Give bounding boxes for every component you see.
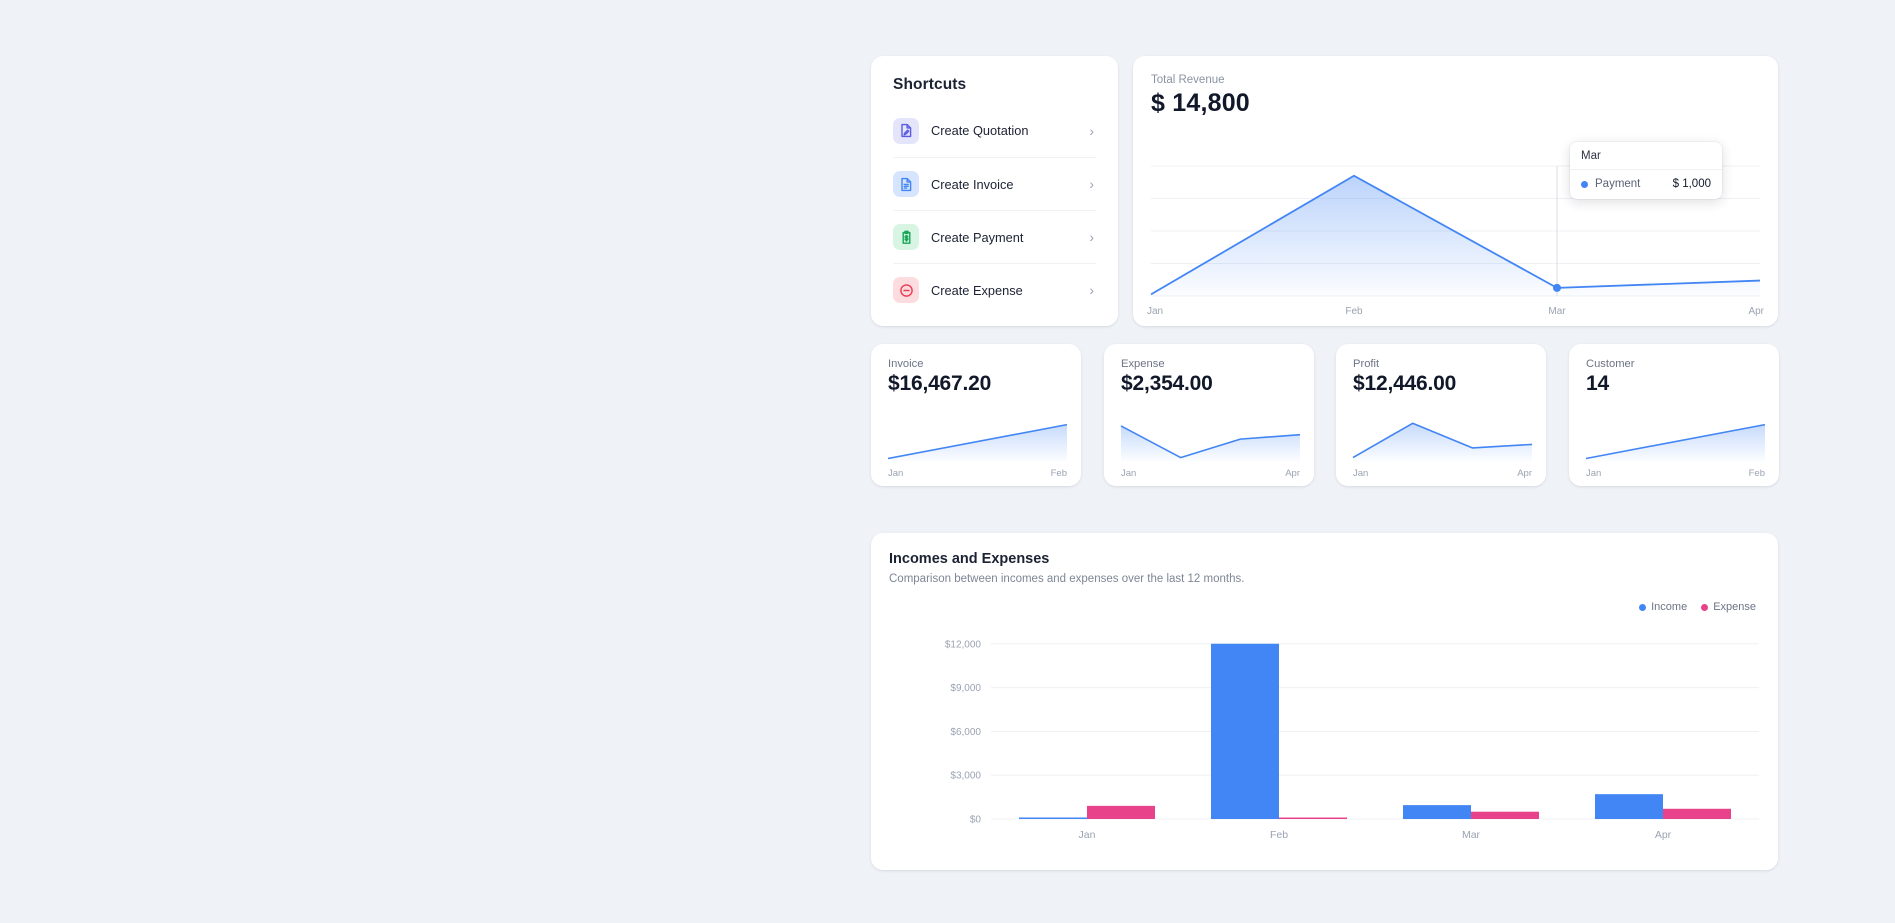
- kpi-card-invoice: Invoice $16,467.20 Jan Feb: [871, 344, 1081, 486]
- kpi-label: Expense: [1121, 358, 1165, 370]
- chart-legend: Income Expense: [1639, 601, 1756, 613]
- kpi-axis: Jan Apr: [1121, 468, 1300, 479]
- kpi-axis-start: Jan: [888, 468, 904, 479]
- svg-text:$12,000: $12,000: [945, 639, 982, 650]
- kpi-card-customer: Customer 14 Jan Feb: [1569, 344, 1779, 486]
- tooltip-series-value: $ 1,000: [1672, 178, 1711, 190]
- kpi-value: $2,354.00: [1121, 372, 1213, 395]
- kpi-sparkline: [1569, 414, 1779, 466]
- kpi-card-profit: Profit $12,446.00 Jan Apr: [1336, 344, 1546, 486]
- shortcuts-title: Shortcuts: [893, 76, 967, 93]
- kpi-axis-end: Apr: [1285, 468, 1300, 479]
- incomes-expenses-subtitle: Comparison between incomes and expenses …: [889, 573, 1245, 585]
- document-lines-icon: [893, 171, 919, 197]
- kpi-value: 14: [1586, 372, 1609, 395]
- svg-text:Mar: Mar: [1462, 829, 1481, 841]
- kpi-value: $16,467.20: [888, 372, 992, 395]
- total-revenue-label: Total Revenue: [1151, 74, 1225, 86]
- kpi-label: Invoice: [888, 358, 924, 370]
- legend-dot: [1639, 603, 1647, 611]
- kpi-axis-start: Jan: [1586, 468, 1602, 479]
- chevron-right-icon: ›: [1089, 229, 1094, 245]
- kpi-value: $12,446.00: [1353, 372, 1457, 395]
- shortcut-item-create-invoice[interactable]: Create Invoice ›: [893, 157, 1096, 210]
- kpi-sparkline: [1336, 414, 1546, 466]
- svg-text:Apr: Apr: [1748, 306, 1764, 317]
- svg-text:$3,000: $3,000: [950, 771, 981, 782]
- kpi-axis-end: Feb: [1748, 468, 1765, 479]
- shortcut-item-create-payment[interactable]: Create Payment ›: [893, 210, 1096, 263]
- svg-text:$9,000: $9,000: [950, 683, 981, 694]
- kpi-axis: Jan Feb: [888, 468, 1067, 479]
- chevron-right-icon: ›: [1089, 176, 1094, 192]
- svg-text:Feb: Feb: [1270, 829, 1288, 841]
- svg-text:$0: $0: [970, 815, 982, 826]
- kpi-sparkline: [871, 414, 1081, 466]
- kpi-label: Customer: [1586, 358, 1635, 370]
- legend-label: Expense: [1713, 601, 1756, 613]
- tooltip-header: Mar: [1570, 142, 1722, 170]
- circle-minus-icon: [893, 277, 919, 303]
- legend-item-income[interactable]: Income: [1639, 601, 1687, 613]
- svg-text:Feb: Feb: [1345, 306, 1363, 317]
- revenue-chart-tooltip: Mar Payment $ 1,000: [1570, 142, 1722, 199]
- kpi-axis-start: Jan: [1121, 468, 1137, 479]
- shortcut-item-create-expense[interactable]: Create Expense ›: [893, 263, 1096, 316]
- legend-item-expense[interactable]: Expense: [1701, 601, 1756, 613]
- shortcut-item-create-quotation[interactable]: Create Quotation ›: [893, 104, 1096, 157]
- svg-text:Jan: Jan: [1079, 829, 1096, 841]
- kpi-label: Profit: [1353, 358, 1380, 370]
- kpi-axis: Jan Apr: [1353, 468, 1532, 479]
- incomes-expenses-bar-chart[interactable]: $0 $3,000 $6,000 $9,000 $12,000 Jan Feb Mar Apr: [871, 621, 1778, 861]
- kpi-axis: Jan Feb: [1586, 468, 1765, 479]
- kpi-axis-start: Jan: [1353, 468, 1369, 479]
- shortcuts-list: Create Quotation › Create Invoice › Create P…: [893, 104, 1096, 316]
- dashboard-page: Shortcuts Create Quotation › Create Invoic…: [0, 0, 1895, 923]
- clipboard-dollar-icon: [893, 224, 919, 250]
- shortcut-item-label: Create Expense: [931, 282, 1023, 298]
- svg-text:Apr: Apr: [1655, 829, 1672, 841]
- kpi-axis-end: Feb: [1050, 468, 1067, 479]
- shortcut-item-label: Create Invoice: [931, 176, 1014, 192]
- total-revenue-card: Total Revenue $ 14,800 Jan Feb Mar Apr Mar …: [1133, 56, 1778, 326]
- shortcuts-card: Shortcuts Create Quotation › Create Invoic…: [871, 56, 1118, 326]
- shortcut-item-label: Create Payment: [931, 229, 1024, 245]
- shortcut-item-label: Create Quotation: [931, 123, 1029, 138]
- chevron-right-icon: ›: [1089, 122, 1094, 139]
- tooltip-series-name: Payment: [1595, 178, 1641, 190]
- svg-text:Jan: Jan: [1147, 306, 1163, 317]
- svg-text:$6,000: $6,000: [950, 727, 981, 738]
- kpi-axis-end: Apr: [1517, 468, 1532, 479]
- tooltip-series-row: Payment $ 1,000: [1570, 170, 1722, 199]
- incomes-expenses-card: Incomes and Expenses Comparison between …: [871, 533, 1778, 870]
- document-edit-icon: [893, 117, 919, 144]
- incomes-expenses-title: Incomes and Expenses: [889, 551, 1050, 567]
- tooltip-series-dot: [1581, 180, 1588, 188]
- kpi-sparkline: [1104, 414, 1314, 466]
- chevron-right-icon: ›: [1089, 282, 1094, 298]
- kpi-card-expense: Expense $2,354.00 Jan Apr: [1104, 344, 1314, 486]
- legend-dot: [1701, 603, 1709, 611]
- legend-label: Income: [1651, 601, 1688, 613]
- total-revenue-value: $ 14,800: [1151, 89, 1250, 117]
- svg-text:Mar: Mar: [1548, 306, 1566, 317]
